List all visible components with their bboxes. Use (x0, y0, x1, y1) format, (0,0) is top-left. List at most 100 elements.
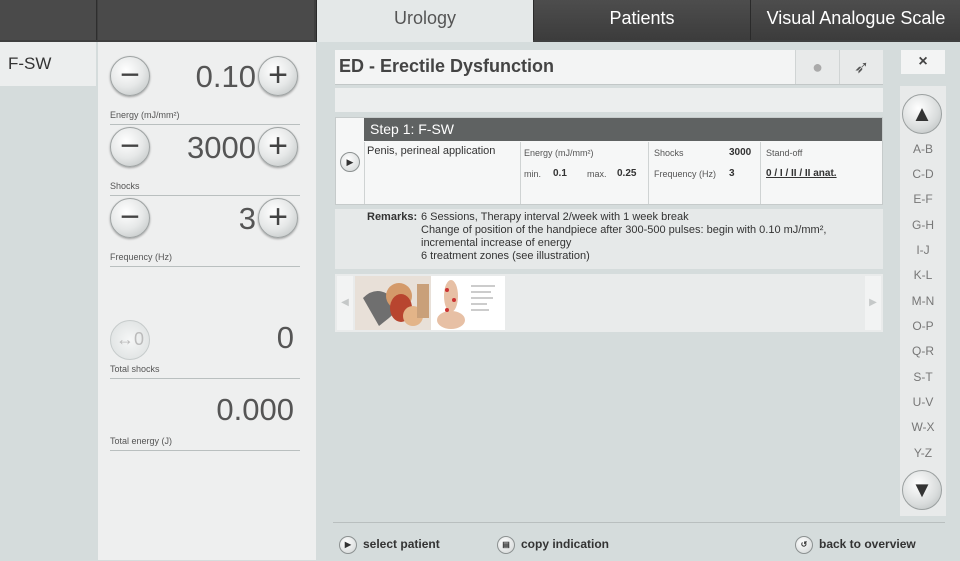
total-shocks-display: ↔0 0 Total shocks (110, 308, 300, 379)
patient-button[interactable]: ● (795, 50, 839, 84)
select-patient-button[interactable]: ▶ select patient (339, 533, 440, 557)
mode-tab-fsw[interactable]: F-SW (0, 42, 96, 86)
max-value: 0.25 (617, 168, 637, 179)
energy-range-label: Energy (mJ/mm²) (524, 148, 594, 158)
chevron-left-icon: ◀ (341, 297, 349, 308)
top-blank-params (98, 0, 314, 40)
frequency-minus-button[interactable]: − (110, 198, 150, 238)
frequency-label: Frequency (Hz) (110, 252, 173, 262)
illustration-strip: ◀ ▶ (335, 274, 883, 332)
alpha-item-c-d[interactable]: C-D (900, 167, 946, 181)
shocks-minus-button[interactable]: − (110, 127, 150, 167)
min-value: 0.1 (553, 168, 567, 179)
remarks-line: incremental increase of energy (421, 237, 572, 249)
total-energy-label: Total energy (J) (110, 436, 173, 446)
application-text: Penis, perineal application (367, 145, 496, 157)
handpiece-button[interactable]: ➶ (839, 50, 883, 84)
back-to-overview-button[interactable]: ↺ back to overview (795, 533, 916, 557)
alpha-item-i-j[interactable]: I-J (900, 243, 946, 257)
energy-minus-button[interactable]: − (110, 56, 150, 96)
shocks-freq-cell: Shocks 3000 Frequency (Hz) 3 (648, 142, 761, 204)
min-label: min. (524, 169, 542, 179)
indication-title-bar: ED - Erectile Dysfunction ● ➶ (335, 50, 883, 85)
treatment-zones-thumbnail[interactable] (355, 276, 505, 330)
remarks-box: Remarks: 6 Sessions, Therapy interval 2/… (335, 209, 883, 269)
alpha-item-u-v[interactable]: U-V (900, 395, 946, 409)
remarks-line: 6 Sessions, Therapy interval 2/week with… (421, 211, 689, 223)
frequency-plus-button[interactable]: + (258, 198, 298, 238)
step-freq-value: 3 (729, 168, 735, 179)
total-energy-value: 0.000 (216, 392, 294, 427)
standoff-cell: Stand-off 0 / I / II / II anat. (760, 142, 883, 204)
info-bar (335, 88, 883, 112)
shocks-plus-button[interactable]: + (258, 127, 298, 167)
standoff-label: Stand-off (766, 148, 803, 158)
standoff-value[interactable]: 0 / I / II / II anat. (766, 168, 837, 179)
shocks-value: 3000 (187, 130, 256, 165)
back-to-overview-label: back to overview (819, 537, 916, 551)
shocks-control: − 3000 + Shocks (110, 125, 300, 196)
copy-indication-button[interactable]: ▤ copy indication (497, 533, 609, 557)
strip-prev-button[interactable]: ◀ (337, 276, 353, 330)
arrow-down-icon: ▼ (911, 477, 933, 502)
bottom-action-bar: ▶ select patient ▤ copy indication ↺ back t… (333, 522, 945, 561)
energy-plus-button[interactable]: + (258, 56, 298, 96)
remarks-line: 6 treatment zones (see illustration) (421, 250, 590, 262)
alpha-item-m-n[interactable]: M-N (900, 294, 946, 308)
alpha-item-o-p[interactable]: O-P (900, 319, 946, 333)
max-label: max. (587, 169, 607, 179)
alphabet-index: ▲ A-B C-D E-F G-H I-J K-L M-N O-P Q-R S-… (900, 86, 946, 516)
total-energy-display: 0.000 Total energy (J) (110, 380, 300, 451)
energy-label: Energy (mJ/mm²) (110, 110, 180, 120)
tab-patients[interactable]: Patients (533, 0, 750, 40)
scroll-down-button[interactable]: ▼ (902, 470, 942, 510)
close-button[interactable]: × (901, 50, 945, 74)
tab-visual-analogue-scale[interactable]: Visual Analogue Scale (750, 0, 960, 40)
energy-control: − 0.10 + Energy (mJ/mm²) (110, 54, 300, 125)
frequency-control: − 3 + Frequency (Hz) (110, 196, 300, 267)
copy-icon: ▤ (497, 535, 515, 554)
step-freq-label: Frequency (Hz) (654, 169, 717, 179)
parameter-panel: − 0.10 + Energy (mJ/mm²) − 3000 + Shocks… (98, 42, 316, 560)
alpha-item-s-t[interactable]: S-T (900, 370, 946, 384)
energy-cell: Energy (mJ/mm²) min. 0.1 max. 0.25 (520, 142, 649, 204)
energy-value: 0.10 (195, 59, 256, 94)
play-icon: ▶ (346, 157, 354, 167)
main-area: ED - Erectile Dysfunction ● ➶ × Step 1: … (317, 42, 960, 560)
top-blank-left (0, 0, 97, 40)
tab-urology[interactable]: Urology (316, 0, 533, 42)
person-icon: ● (812, 57, 823, 77)
total-shocks-label: Total shocks (110, 364, 160, 374)
alpha-item-a-b[interactable]: A-B (900, 142, 946, 156)
scroll-up-button[interactable]: ▲ (902, 94, 942, 134)
alpha-item-k-l[interactable]: K-L (900, 268, 946, 282)
back-arrow-icon: ↺ (795, 535, 813, 554)
anatomy-illustration (355, 276, 495, 330)
handpiece-icon: ➶ (853, 57, 870, 77)
alpha-item-g-h[interactable]: G-H (900, 218, 946, 232)
strip-next-button[interactable]: ▶ (865, 276, 881, 330)
top-tab-bar: Urology Patients Visual Analogue Scale (0, 0, 960, 42)
step-heading: Step 1: F-SW (364, 118, 882, 141)
chevron-right-icon: ▶ (869, 297, 877, 308)
select-patient-label: select patient (363, 537, 440, 551)
copy-indication-label: copy indication (521, 537, 610, 551)
reset-counter-button[interactable]: ↔0 (110, 320, 150, 360)
play-icon: ▶ (339, 535, 357, 554)
apply-step-button[interactable]: ▶ (340, 152, 360, 172)
step-shocks-label: Shocks (654, 148, 684, 158)
shocks-label: Shocks (110, 181, 140, 191)
alpha-item-y-z[interactable]: Y-Z (900, 446, 946, 460)
arrow-up-icon: ▲ (911, 101, 933, 126)
indication-title: ED - Erectile Dysfunction (339, 56, 555, 76)
alpha-item-w-x[interactable]: W-X (900, 420, 946, 434)
alpha-item-e-f[interactable]: E-F (900, 192, 946, 206)
total-shocks-value: 0 (276, 320, 294, 355)
step-shocks-value: 3000 (729, 147, 752, 158)
remarks-line: Change of position of the handpiece afte… (421, 224, 827, 236)
left-strip (0, 86, 97, 560)
remarks-label: Remarks: (367, 211, 418, 223)
alpha-item-q-r[interactable]: Q-R (900, 344, 946, 358)
application-cell: Penis, perineal application (364, 142, 520, 204)
step-box: Step 1: F-SW ▶ Penis, perineal applicati… (335, 117, 883, 205)
